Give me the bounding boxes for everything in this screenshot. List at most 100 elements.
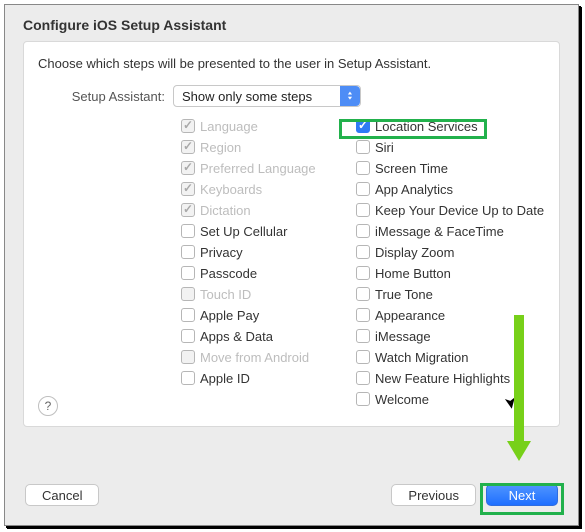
- checkbox: [181, 161, 195, 175]
- checkbox-label: Move from Android: [200, 350, 309, 365]
- checkbox-row[interactable]: Screen Time: [356, 159, 544, 177]
- checkbox-label: Home Button: [375, 266, 451, 281]
- checkbox-row[interactable]: App Analytics: [356, 180, 544, 198]
- checkbox[interactable]: [181, 266, 195, 280]
- checkbox-row[interactable]: True Tone: [356, 285, 544, 303]
- checkbox-row[interactable]: New Feature Highlights: [356, 369, 544, 387]
- checkbox-label: Dictation: [200, 203, 251, 218]
- checkbox[interactable]: [356, 266, 370, 280]
- checkbox-label: Watch Migration: [375, 350, 468, 365]
- checkbox[interactable]: [356, 161, 370, 175]
- checkbox-label: True Tone: [375, 287, 433, 302]
- checkbox[interactable]: [356, 203, 370, 217]
- checkbox-row[interactable]: Apple Pay: [181, 306, 356, 324]
- checkbox-row: Preferred Language: [181, 159, 356, 177]
- select-value: Show only some steps: [182, 89, 312, 104]
- checkbox[interactable]: [356, 224, 370, 238]
- checkbox[interactable]: [181, 224, 195, 238]
- checkbox-row: Touch ID: [181, 285, 356, 303]
- checkbox-row[interactable]: Passcode: [181, 264, 356, 282]
- checkbox-label: Screen Time: [375, 161, 448, 176]
- checkbox-label: Apple Pay: [200, 308, 259, 323]
- checkbox-label: Keyboards: [200, 182, 262, 197]
- checkbox: [181, 350, 195, 364]
- checkbox-label: Privacy: [200, 245, 243, 260]
- checkbox-row[interactable]: iMessage: [356, 327, 544, 345]
- checkbox-label: Display Zoom: [375, 245, 454, 260]
- cancel-button[interactable]: Cancel: [25, 484, 99, 506]
- checkbox-row[interactable]: iMessage & FaceTime: [356, 222, 544, 240]
- checkbox-row: Move from Android: [181, 348, 356, 366]
- chevron-up-down-icon: ▲▼: [340, 86, 360, 106]
- selector-row: Setup Assistant: Show only some steps ▲▼: [38, 85, 545, 107]
- checkbox: [181, 182, 195, 196]
- checkbox-label: Appearance: [375, 308, 445, 323]
- checkbox[interactable]: [181, 245, 195, 259]
- checkbox-label: New Feature Highlights: [375, 371, 510, 386]
- cancel-label: Cancel: [42, 488, 82, 503]
- checkbox-row: Dictation: [181, 201, 356, 219]
- checkbox-row[interactable]: Welcome: [356, 390, 544, 408]
- checkbox[interactable]: [356, 329, 370, 343]
- previous-label: Previous: [408, 488, 459, 503]
- checkbox[interactable]: [356, 119, 370, 133]
- checkbox-row[interactable]: Appearance: [356, 306, 544, 324]
- checkbox-label: Apps & Data: [200, 329, 273, 344]
- checkbox[interactable]: [356, 371, 370, 385]
- help-icon: ?: [45, 399, 52, 413]
- checkbox-label: Keep Your Device Up to Date: [375, 203, 544, 218]
- dialog-window: Configure iOS Setup Assistant Choose whi…: [4, 4, 579, 526]
- checkbox-row[interactable]: Watch Migration: [356, 348, 544, 366]
- checkbox-label: Siri: [375, 140, 394, 155]
- checkbox-columns: Language Region Preferred Language Keyboard…: [38, 117, 545, 408]
- checkbox[interactable]: [356, 245, 370, 259]
- checkbox-row: Region: [181, 138, 356, 156]
- checkbox-label: App Analytics: [375, 182, 453, 197]
- checkbox[interactable]: [356, 287, 370, 301]
- checkbox[interactable]: [356, 308, 370, 322]
- checkbox-row: Language: [181, 117, 356, 135]
- checkbox[interactable]: [356, 392, 370, 406]
- dialog-footer: Cancel Previous Next: [5, 465, 578, 525]
- checkbox-label: Region: [200, 140, 241, 155]
- dialog-title: Configure iOS Setup Assistant: [5, 5, 578, 41]
- checkbox: [181, 140, 195, 154]
- checkbox-row[interactable]: Apps & Data: [181, 327, 356, 345]
- checkbox-row: Keyboards: [181, 180, 356, 198]
- checkbox-label: Apple ID: [200, 371, 250, 386]
- content-panel: Choose which steps will be presented to …: [23, 41, 560, 427]
- checkbox-column-left: Language Region Preferred Language Keyboard…: [181, 117, 356, 408]
- checkbox: [181, 119, 195, 133]
- selector-label: Setup Assistant:: [38, 89, 173, 104]
- help-button[interactable]: ?: [38, 396, 58, 416]
- checkbox-row[interactable]: Keep Your Device Up to Date: [356, 201, 544, 219]
- checkbox-row[interactable]: Set Up Cellular: [181, 222, 356, 240]
- next-label: Next: [509, 488, 536, 503]
- previous-button[interactable]: Previous: [391, 484, 476, 506]
- checkbox-row[interactable]: Privacy: [181, 243, 356, 261]
- checkbox[interactable]: [181, 329, 195, 343]
- checkbox-label: Set Up Cellular: [200, 224, 287, 239]
- checkbox-label: Welcome: [375, 392, 429, 407]
- checkbox: [181, 203, 195, 217]
- checkbox-row[interactable]: Apple ID: [181, 369, 356, 387]
- checkbox-row[interactable]: Home Button: [356, 264, 544, 282]
- checkbox-label: Touch ID: [200, 287, 251, 302]
- checkbox[interactable]: [356, 350, 370, 364]
- checkbox-label: iMessage & FaceTime: [375, 224, 504, 239]
- checkbox[interactable]: [356, 182, 370, 196]
- checkbox[interactable]: [181, 371, 195, 385]
- checkbox-column-right: Location Services Siri Screen Time App Anal…: [356, 117, 544, 408]
- checkbox-label: Location Services: [375, 119, 478, 134]
- next-button[interactable]: Next: [486, 484, 558, 506]
- checkbox-row[interactable]: Location Services: [356, 117, 544, 135]
- description-text: Choose which steps will be presented to …: [38, 56, 545, 71]
- checkbox[interactable]: [356, 140, 370, 154]
- checkbox-row[interactable]: Siri: [356, 138, 544, 156]
- checkbox[interactable]: [181, 308, 195, 322]
- setup-assistant-select[interactable]: Show only some steps ▲▼: [173, 85, 361, 107]
- checkbox: [181, 287, 195, 301]
- checkbox-label: Passcode: [200, 266, 257, 281]
- checkbox-row[interactable]: Display Zoom: [356, 243, 544, 261]
- checkbox-label: iMessage: [375, 329, 431, 344]
